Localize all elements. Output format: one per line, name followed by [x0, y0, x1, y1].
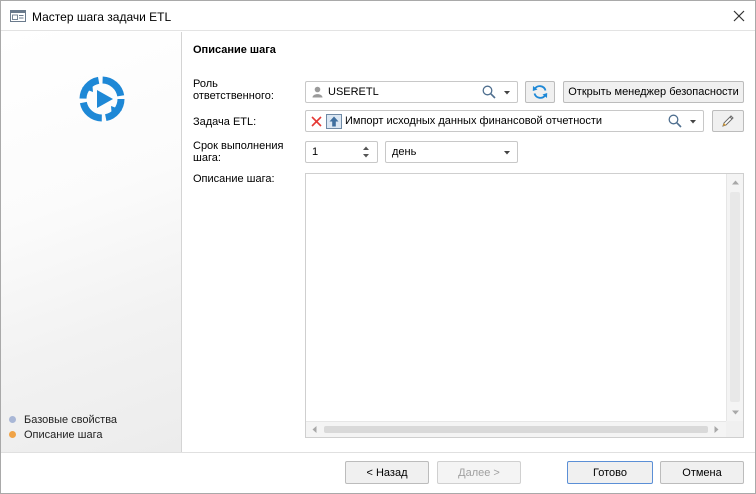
description-label: Описание шага:: [193, 173, 275, 185]
deadline-label: Срок выполнения шага:: [193, 140, 283, 164]
horizontal-scrollbar[interactable]: [306, 421, 727, 437]
back-button[interactable]: < Назад: [345, 461, 429, 484]
scroll-corner: [726, 421, 743, 437]
search-icon[interactable]: [668, 114, 682, 128]
etl-task-label: Задача ETL:: [193, 116, 257, 128]
step-basic-properties[interactable]: Базовые свойства: [9, 412, 117, 427]
etl-import-icon: [326, 114, 342, 129]
scroll-left-icon[interactable]: [312, 426, 317, 433]
scroll-down-icon[interactable]: [732, 410, 739, 415]
horizontal-scroll-thumb[interactable]: [324, 426, 708, 433]
deadline-amount-spinner[interactable]: 1: [305, 141, 378, 163]
refresh-icon: [532, 85, 548, 99]
role-label-line2: ответственного:: [193, 90, 274, 102]
vertical-scroll-thumb[interactable]: [730, 192, 740, 402]
deadline-unit-select[interactable]: день: [385, 141, 518, 163]
window-title: Мастер шага задачи ETL: [32, 10, 172, 24]
etl-refresh-logo-icon: [79, 76, 125, 122]
chevron-down-icon[interactable]: [504, 151, 510, 155]
chevron-down-icon[interactable]: [504, 91, 510, 95]
user-icon: [312, 86, 323, 98]
close-button[interactable]: [727, 5, 751, 27]
deadline-label-line1: Срок выполнения: [193, 140, 284, 152]
edit-task-button[interactable]: [712, 110, 744, 132]
deadline-amount-value: 1: [312, 146, 319, 158]
step-inactive-dot-icon: [9, 416, 16, 423]
etl-task-combobox[interactable]: Импорт исходных данных финансовой отчетн…: [305, 110, 704, 132]
title-bar: Мастер шага задачи ETL: [1, 1, 755, 31]
role-combobox[interactable]: USERETL: [305, 81, 518, 103]
finish-button[interactable]: Готово: [567, 461, 653, 484]
spin-up-down-icon[interactable]: [362, 145, 370, 159]
wizard-sidebar: Базовые свойства Описание шага: [1, 32, 182, 452]
role-value: USERETL: [328, 86, 379, 98]
deadline-label-line2: шага:: [193, 152, 221, 164]
deadline-unit-value: день: [392, 146, 417, 158]
refresh-button[interactable]: [525, 81, 555, 103]
description-textarea[interactable]: [305, 173, 744, 438]
wizard-steps: Базовые свойства Описание шага: [9, 412, 117, 442]
window-app-icon: [10, 10, 26, 22]
wizard-window: Мастер шага задачи ETL Базовые свойства …: [0, 0, 756, 494]
clear-x-icon[interactable]: [311, 116, 322, 127]
step-label: Описание шага: [24, 428, 103, 441]
step-description[interactable]: Описание шага: [9, 427, 117, 442]
role-label: Роль ответственного:: [193, 78, 274, 102]
role-label-line1: Роль: [193, 78, 218, 90]
section-title: Описание шага: [193, 44, 276, 56]
cancel-button[interactable]: Отмена: [660, 461, 744, 484]
footer-divider: [1, 452, 755, 453]
scroll-right-icon[interactable]: [714, 426, 719, 433]
open-security-manager-button[interactable]: Открыть менеджер безопасности: [563, 81, 744, 103]
pencil-icon: [722, 115, 734, 127]
step-label: Базовые свойства: [24, 413, 118, 426]
next-button[interactable]: Далее >: [437, 461, 521, 484]
scroll-up-icon[interactable]: [732, 180, 739, 185]
chevron-down-icon[interactable]: [690, 120, 696, 124]
etl-task-value: Импорт исходных данных финансовой отчетн…: [345, 115, 603, 127]
vertical-scrollbar[interactable]: [726, 174, 743, 422]
search-icon[interactable]: [482, 85, 496, 99]
close-icon: [733, 10, 745, 22]
step-active-dot-icon: [9, 431, 16, 438]
